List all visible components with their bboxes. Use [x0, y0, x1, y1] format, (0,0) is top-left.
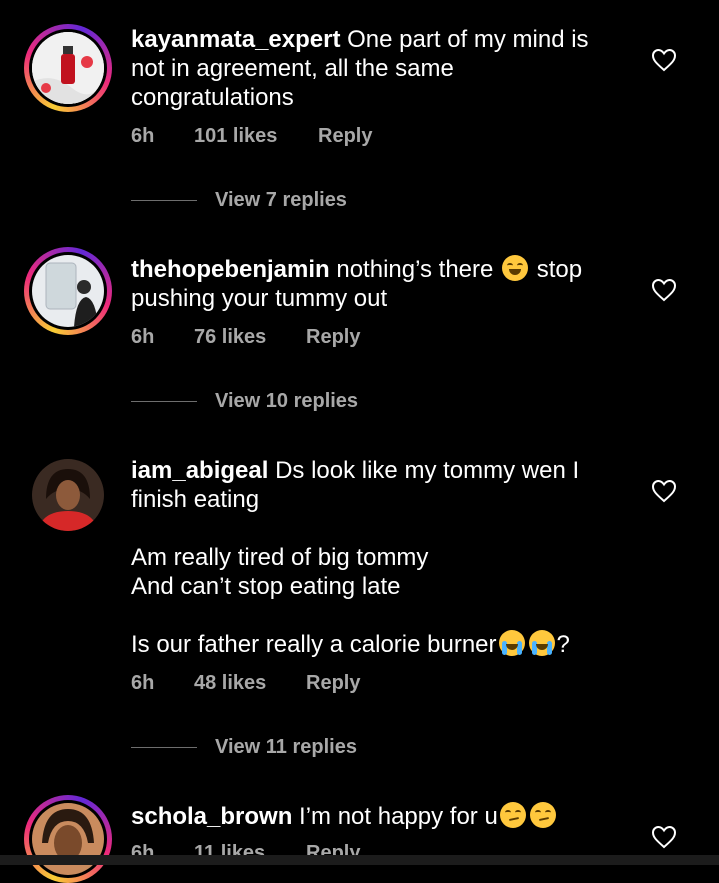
reply-button[interactable]: Reply: [306, 672, 360, 695]
tears-of-joy-emoji: [502, 255, 529, 281]
view-replies-button[interactable]: View 11 replies: [131, 736, 357, 759]
divider: [131, 401, 197, 402]
smirking-emoji: [529, 802, 556, 828]
avatar: [32, 255, 104, 327]
avatar-story-ring[interactable]: [24, 247, 112, 335]
comment-username[interactable]: schola_brown: [131, 803, 292, 830]
heart-outline-icon[interactable]: [651, 278, 677, 302]
divider: [131, 200, 197, 201]
comment-text: iam_abigeal Ds look like my tommy wen I …: [131, 456, 611, 659]
divider: [131, 747, 197, 748]
comment-username[interactable]: thehopebenjamin: [131, 256, 330, 283]
comment-meta: 6h 48 likes Reply: [131, 672, 360, 695]
view-replies-button[interactable]: View 7 replies: [131, 189, 347, 212]
avatar-story-ring[interactable]: [24, 795, 112, 883]
heart-outline-icon[interactable]: [651, 479, 677, 503]
view-replies-button[interactable]: View 10 replies: [131, 390, 358, 413]
comment-text: thehopebenjamin nothing’s there stop pus…: [131, 255, 611, 313]
view-replies-label: View 11 replies: [215, 736, 357, 758]
comment-username[interactable]: kayanmata_expert: [131, 26, 340, 53]
comment-username[interactable]: iam_abigeal: [131, 457, 268, 484]
bottom-bar: [0, 855, 719, 865]
avatar[interactable]: [32, 459, 104, 531]
avatar-story-ring[interactable]: [24, 24, 112, 112]
comment-meta: 6h 101 likes Reply: [131, 125, 372, 148]
comment-body: nothing’s there: [329, 256, 501, 283]
heart-outline-icon[interactable]: [651, 48, 677, 72]
comment-time: 6h: [131, 125, 155, 147]
loudly-crying-emoji: [528, 630, 555, 656]
comment-body-end: ?: [556, 631, 570, 658]
comment-time: 6h: [131, 672, 155, 694]
loudly-crying-emoji: [498, 630, 525, 656]
view-replies-label: View 10 replies: [215, 390, 359, 412]
comment-meta: 6h 76 likes Reply: [131, 326, 360, 349]
comment-body: Ds look like my tommy wen I finish eatin…: [131, 457, 580, 658]
heart-outline-icon[interactable]: [651, 825, 677, 849]
comment-likes[interactable]: 101 likes: [194, 125, 318, 148]
comment-likes[interactable]: 48 likes: [194, 672, 306, 695]
avatar: [32, 32, 104, 104]
comment-time: 6h: [131, 326, 155, 348]
comment-text: kayanmata_expert One part of my mind is …: [131, 25, 611, 112]
comment-body: I’m not happy for u: [292, 803, 498, 830]
smirking-emoji: [499, 802, 526, 828]
comment-text: schola_brown I’m not happy for u: [131, 802, 611, 831]
reply-button[interactable]: Reply: [306, 326, 360, 349]
view-replies-label: View 7 replies: [215, 189, 347, 211]
comment-likes[interactable]: 76 likes: [194, 326, 306, 349]
reply-button[interactable]: Reply: [318, 125, 372, 148]
